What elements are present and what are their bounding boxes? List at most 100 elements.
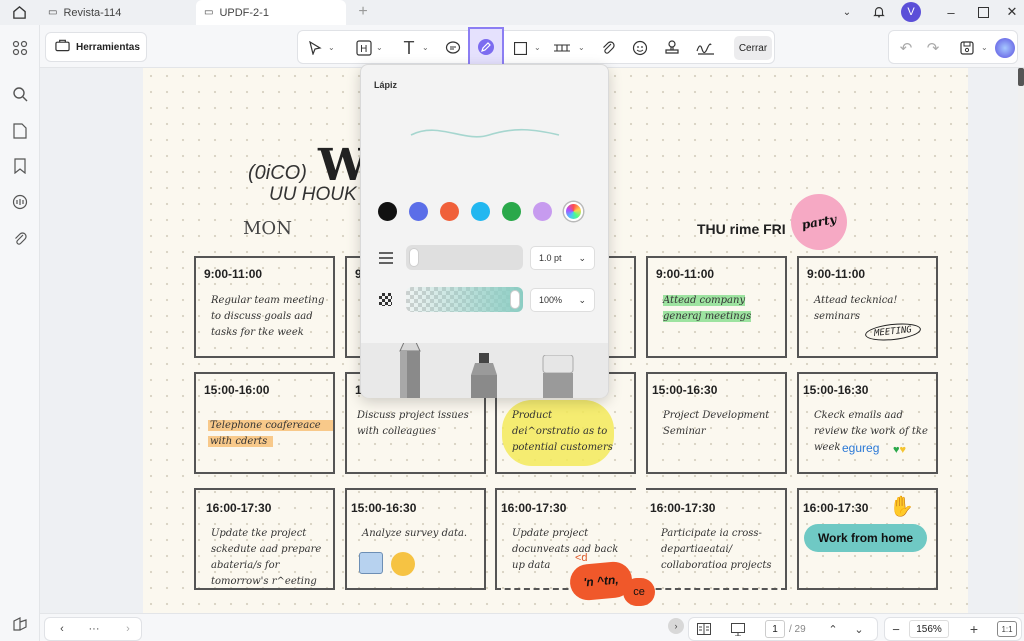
tools-button[interactable]: Herramientas (45, 32, 147, 62)
stamp-icon[interactable] (660, 36, 684, 60)
pencil-tool-icon[interactable] (396, 343, 424, 398)
more-icon[interactable]: ··· (85, 619, 103, 639)
tab-label: Revista-114 (63, 6, 122, 19)
save-icon[interactable] (955, 36, 979, 60)
card-time: 9:00-11:00 (807, 267, 866, 281)
chevron-down-icon[interactable]: ⌄ (836, 2, 858, 22)
zoom-out-icon[interactable]: − (887, 619, 905, 639)
search-icon[interactable] (9, 83, 31, 105)
card-time: 9:00-11:00 (204, 267, 263, 281)
card-time: 16:00-17:30 (803, 501, 869, 515)
schedule-card-fri-afternoon[interactable]: 15:00-16:30 Ckeck emails aad review tke w… (797, 372, 938, 474)
pencil-tool-button[interactable] (468, 27, 504, 67)
handwritten-sticker-text: egureg (842, 441, 880, 455)
avatar[interactable]: V (901, 2, 921, 22)
measure-icon[interactable] (550, 36, 574, 60)
select-arrow-icon[interactable] (303, 36, 327, 60)
minimize-icon[interactable]: – (940, 2, 962, 22)
schedule-card-mon-afternoon[interactable]: 15:00-16:00 Telephone coafereace with cde… (194, 372, 335, 474)
signature-icon[interactable] (694, 36, 718, 60)
chevron-down-icon[interactable]: ⌄ (376, 43, 383, 52)
thumbnails-icon[interactable] (9, 37, 31, 59)
chart-sticker (359, 552, 383, 574)
schedule-card-fri-morning[interactable]: 9:00-11:00 Attead tecknica! seminars MEET… (797, 256, 938, 358)
sticker-icon[interactable] (628, 36, 652, 60)
color-swatch-lavender[interactable] (533, 202, 552, 221)
bell-icon[interactable] (868, 2, 890, 22)
attachment-icon[interactable] (596, 36, 620, 60)
eraser-tool-icon[interactable] (541, 354, 575, 398)
actual-size-icon[interactable]: 1:1 (997, 621, 1017, 637)
color-swatch-black[interactable] (378, 202, 397, 221)
zoom-level[interactable]: 156% (909, 620, 949, 638)
schedule-card-mon-morning[interactable]: 9:00-11:00 Regular team meeting to discus… (194, 256, 335, 358)
custom-color-picker-icon[interactable] (564, 202, 583, 221)
opacity-slider[interactable] (406, 287, 523, 312)
slider-thumb[interactable] (409, 248, 419, 267)
chevron-up-icon[interactable]: ⌃ (825, 619, 841, 639)
color-swatch-cyan[interactable] (471, 202, 490, 221)
ai-assistant-icon[interactable] (995, 38, 1015, 58)
chevron-down-icon[interactable]: ⌄ (981, 43, 988, 52)
stroke-width-slider[interactable] (406, 245, 523, 270)
chevron-left-icon[interactable]: ‹ (53, 619, 71, 639)
card-note: Regular team meeting to discuss goals aad… (211, 295, 325, 338)
pages-icon[interactable] (9, 120, 31, 142)
bookmark-icon[interactable] (9, 155, 31, 177)
scrollbar-thumb[interactable] (1018, 68, 1024, 86)
undo-icon[interactable]: ↶ (894, 36, 918, 60)
opacity-select[interactable]: 100% ⌄ (530, 288, 595, 312)
chevron-down-icon[interactable]: ⌄ (534, 43, 541, 52)
redo-icon[interactable]: ↷ (921, 36, 945, 60)
expand-icon[interactable]: › (668, 618, 684, 634)
close-window-icon[interactable]: ✕ (1001, 2, 1023, 22)
comment-tool-icon[interactable] (441, 36, 465, 60)
stroke-preview (409, 123, 561, 154)
comment-icon: ▭ (204, 7, 214, 18)
chevron-down-icon[interactable]: ⌄ (851, 619, 867, 639)
schedule-card-tue-evening[interactable]: 15:00-16:30 Analyze survey data. (345, 488, 486, 590)
layers-icon[interactable] (9, 613, 31, 635)
day-monday: MON (243, 218, 292, 239)
header-left-text: (0iCO) (248, 162, 307, 184)
color-swatch-green[interactable] (502, 202, 521, 221)
schedule-card-mon-evening[interactable]: 16:00-17:30 Update tke project sckedute a… (194, 488, 335, 590)
schedule-card-thu-afternoon[interactable]: 15:00-16:30 Project Development Seminar (646, 372, 787, 474)
card-time: 16:00-17:30 (206, 501, 272, 515)
card-time: 15:00-16:00 (204, 383, 270, 397)
new-tab-plus-icon[interactable]: + (352, 2, 374, 22)
color-swatch-orange[interactable] (440, 202, 459, 221)
chevron-down-icon: ⌄ (578, 252, 586, 263)
reading-mode-icon[interactable] (695, 619, 713, 639)
toolbar: Herramientas ⌄ H ⌄ T ⌄ ⌄ ⌄ Cerrar ↶ ↷ ⌄ (0, 25, 1024, 68)
text-tool-icon[interactable]: T (397, 36, 421, 60)
page-number-input[interactable]: 1 (765, 620, 785, 638)
color-swatch-blue[interactable] (409, 202, 428, 221)
attachment-icon[interactable] (9, 228, 31, 250)
home-icon[interactable] (8, 2, 30, 22)
slider-thumb[interactable] (510, 290, 520, 309)
highlight-text-icon[interactable]: H (352, 36, 376, 60)
stroke-width-value: 1.0 pt (539, 253, 562, 263)
chevron-right-icon[interactable]: › (119, 619, 137, 639)
party-sticker-text: party (800, 212, 838, 232)
chevron-down-icon[interactable]: ⌄ (578, 43, 585, 52)
zoom-in-icon[interactable]: + (965, 619, 983, 639)
tab-revista[interactable]: ▭ Revista-114 (40, 0, 190, 25)
comments-icon[interactable] (9, 191, 31, 213)
chevron-down-icon[interactable]: ⌄ (328, 43, 335, 52)
rectangle-icon[interactable] (508, 36, 532, 60)
close-toolbar-button[interactable]: Cerrar (734, 36, 772, 60)
chevron-down-icon[interactable]: ⌄ (422, 43, 429, 52)
card-time: 15:00-16:30 (351, 501, 417, 515)
tab-updf[interactable]: ▭ UPDF-2-1 (196, 0, 346, 25)
maximize-icon[interactable] (972, 2, 994, 22)
tool-selector (361, 343, 608, 398)
schedule-card-thu-morning[interactable]: 9:00-11:00 Attead company generaj meeting… (646, 256, 787, 358)
schedule-card-fri-evening[interactable]: 16:00-17:30 ✋ Work from home (797, 488, 938, 590)
vertical-scrollbar[interactable] (1018, 68, 1024, 613)
schedule-card-thu-evening[interactable]: 16:00-17:30 Participate ia cross-departi… (646, 488, 787, 590)
presentation-icon[interactable] (729, 619, 747, 639)
stroke-width-select[interactable]: 1.0 pt ⌄ (530, 246, 595, 270)
highlighter-tool-icon[interactable] (468, 353, 500, 398)
